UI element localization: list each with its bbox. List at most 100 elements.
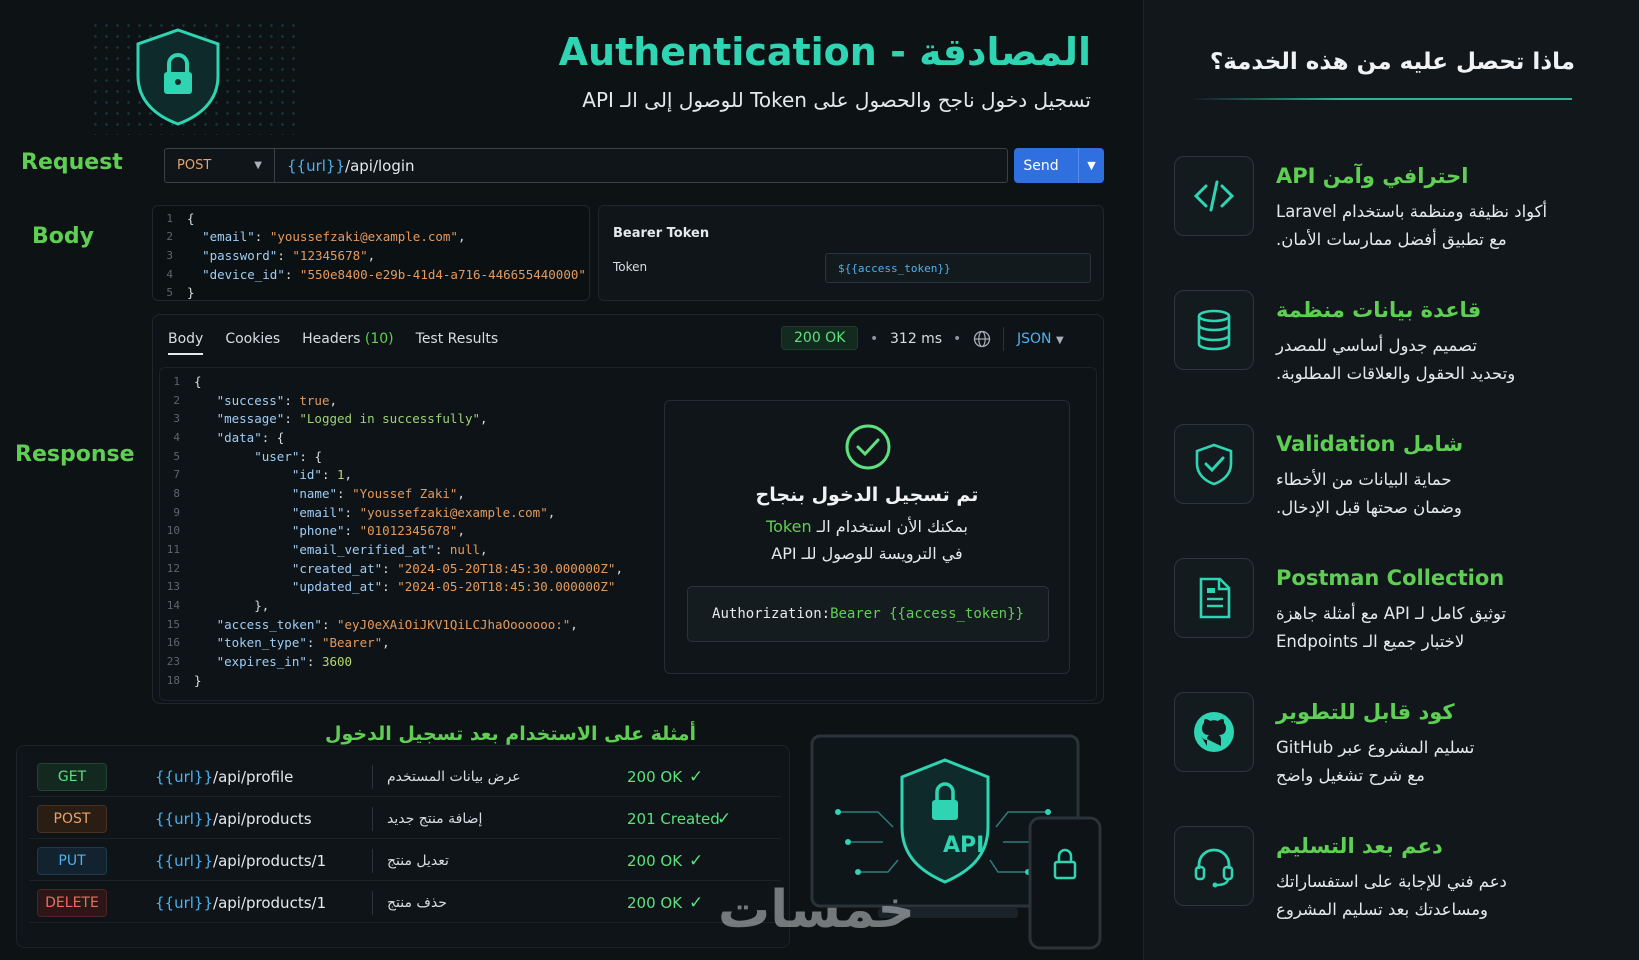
tab-headers-label: Headers	[302, 331, 361, 347]
feature-title: دعم بعد التسليم	[1276, 834, 1443, 858]
line-number: 4	[166, 267, 173, 281]
tab-headers[interactable]: Headers (10)	[302, 331, 393, 355]
code-text: }	[194, 672, 202, 688]
json-value: "Bearer"	[321, 635, 383, 651]
line-number: 11	[166, 543, 180, 557]
json-value: "01012345678"	[359, 523, 458, 539]
url-path: /api/products	[213, 809, 312, 828]
check-icon: ✓	[689, 766, 704, 787]
json-value: 3600	[321, 654, 353, 670]
line-number: 14	[166, 599, 180, 613]
comma: ,	[480, 542, 488, 558]
main-panel: Authentication - المصادقة تسجيل دخول ناج…	[0, 0, 1143, 960]
json-value: "youssefzaki@example.com"	[359, 504, 548, 520]
line-number: 2	[166, 230, 173, 244]
example-status: 200 OK	[627, 893, 683, 912]
method-value: POST	[177, 158, 212, 173]
format-select[interactable]: JSON ▼	[1017, 331, 1064, 347]
shield-lock-icon	[136, 28, 220, 126]
send-button[interactable]: Send ▼	[1014, 148, 1104, 183]
json-key: "name"	[291, 485, 337, 501]
comma: ,	[382, 635, 390, 651]
token-highlight: Token	[766, 517, 812, 536]
example-url: {{url}}/api/products/1	[155, 852, 326, 870]
send-label: Send	[1023, 157, 1059, 174]
line-number: 8	[173, 486, 180, 500]
url-path: /api/products/1	[213, 851, 327, 870]
chevron-down-icon: ▼	[254, 160, 262, 171]
feature-title: Postman Collection	[1276, 566, 1505, 590]
example-row[interactable]: GET {{url}}/api/profile عرض بيانات المستخد…	[29, 757, 781, 797]
json-value: "eyJ0eXAiOiJKV1QiLCJhaOoooooo:"	[337, 616, 571, 632]
success-title: تم تسجيل الدخول بنجاح	[755, 484, 979, 506]
example-row[interactable]: PUT {{url}}/api/products/1 تعديل منتج 200 O…	[29, 841, 781, 881]
globe-icon[interactable]	[973, 330, 991, 348]
login-success-card: تم تسجيل الدخول بنجاح بمكنك الأن استخدام…	[664, 400, 1070, 674]
divider	[1003, 327, 1004, 351]
code-text: },	[254, 598, 270, 614]
json-value: "2024-05-20T18:45:30.000000Z"	[397, 560, 616, 576]
status-badge: 200 OK	[781, 326, 859, 350]
example-url: {{url}}/api/products/1	[155, 894, 326, 912]
example-url: {{url}}/api/products	[155, 810, 312, 828]
url-variable: {{url}}	[155, 893, 214, 912]
tab-body[interactable]: Body	[168, 331, 204, 355]
json-key: "device_id"	[202, 266, 285, 282]
comma: ,	[367, 247, 376, 263]
code-text: }	[187, 285, 195, 301]
example-description: حذف منتج	[387, 894, 447, 911]
request-label: Request	[21, 150, 123, 175]
send-dropdown-chevron-icon[interactable]: ▼	[1078, 148, 1104, 183]
headers-count: (10)	[364, 331, 394, 347]
url-path: /api/profile	[213, 767, 294, 786]
json-key: "password"	[202, 247, 278, 263]
json-key: "email"	[202, 229, 255, 245]
line-number: 23	[166, 655, 180, 669]
json-key: "token_type"	[216, 635, 307, 651]
json-value: {	[276, 429, 285, 445]
method-select[interactable]: POST ▼	[165, 149, 275, 182]
feature-item: API احترافي وآمن أكواد نظيفة ومنظمة باستخ…	[1174, 156, 1614, 268]
json-value: 1	[337, 467, 345, 483]
example-description: عرض بيانات المستخدم	[387, 768, 521, 785]
code-line: 2 "email": "youssefzaki@example.com",	[153, 228, 589, 247]
example-description: إضافة منتج جديد	[387, 810, 483, 827]
auth-value: Bearer {{access_token}}	[830, 606, 1024, 622]
comma: ,	[457, 229, 466, 245]
line-number: 4	[173, 430, 180, 444]
feature-item: دعم بعد التسليم دعم فني للإجابة على استفس…	[1174, 826, 1614, 938]
token-input[interactable]: ${{access_token}}	[825, 253, 1091, 283]
line-number: 5	[173, 449, 180, 463]
token-label: Token	[613, 260, 648, 274]
check-icon: ✓	[717, 808, 732, 829]
sidebar-heading: ماذا تحصل عليه من هذه الخدمة؟	[1209, 49, 1575, 75]
code-icon	[1174, 156, 1254, 236]
response-tabs: Body Cookies Headers (10) Test Results	[168, 331, 498, 355]
response-label: Response	[15, 442, 135, 467]
code-text: {	[194, 373, 202, 389]
url-path: /api/products/1	[213, 893, 327, 912]
example-row[interactable]: POST {{url}}/api/products إضافة منتج جديد 2…	[29, 799, 781, 839]
request-bar: POST ▼ {{url}}/api/login	[164, 148, 1008, 183]
tab-test-results[interactable]: Test Results	[416, 331, 499, 355]
auth-key: Authorization:	[712, 606, 831, 622]
feature-description: تصميم جدول أساسي للمصدر وتحديد الحقول وال…	[1276, 332, 1606, 388]
feature-desc-line-2: مع شرح تشغيل واضح	[1276, 766, 1425, 785]
request-body-editor[interactable]: 1{2 "email": "youssefzaki@example.com", 3…	[152, 205, 590, 301]
example-status: 201 Created	[627, 809, 720, 828]
json-key: "email"	[291, 504, 345, 520]
json-value: "2024-05-20T18:45:30.000000Z"	[397, 579, 616, 595]
url-input[interactable]: {{url}}/api/login	[275, 157, 415, 175]
tab-cookies[interactable]: Cookies	[225, 331, 280, 355]
feature-description: دعم فني للإجابة على استفساراتك ومساعدتك ب…	[1276, 868, 1606, 924]
divider	[372, 765, 373, 789]
method-badge: PUT	[37, 846, 107, 875]
feature-desc-line-1: تسليم المشروع عبر GitHub	[1276, 738, 1475, 757]
divider	[372, 807, 373, 831]
example-row[interactable]: DELETE {{url}}/api/products/1 حذف منتج 200 …	[29, 883, 781, 923]
json-key: "expires_in"	[216, 654, 307, 670]
json-key: "id"	[291, 467, 322, 483]
json-value: "youssefzaki@example.com"	[269, 229, 458, 245]
bearer-token-panel: Bearer Token Token ${{access_token}}	[598, 205, 1104, 301]
json-key: "phone"	[291, 523, 345, 539]
